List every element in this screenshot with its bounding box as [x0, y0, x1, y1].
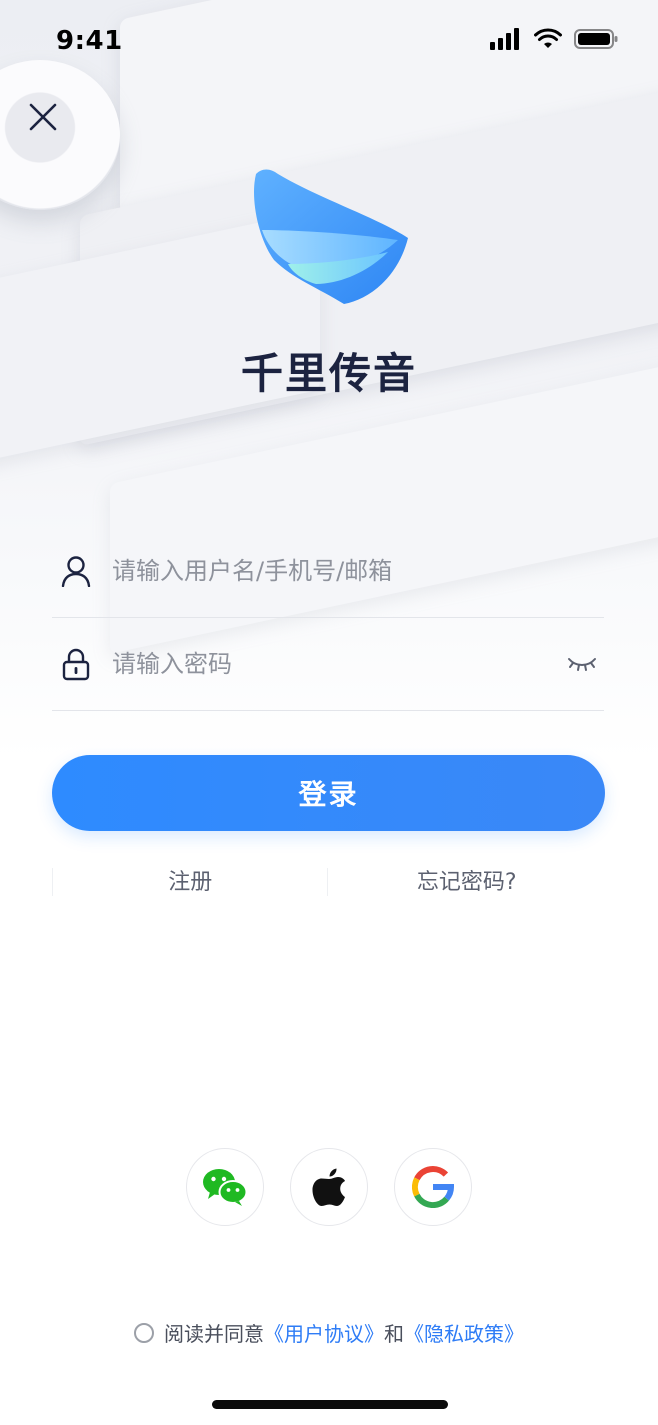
- status-time: 9:41: [56, 26, 123, 56]
- signal-icon: [490, 28, 519, 50]
- toggle-password-visibility-button[interactable]: [564, 651, 600, 677]
- login-button[interactable]: 登录: [52, 755, 605, 831]
- wechat-login-button[interactable]: [186, 1148, 264, 1226]
- user-agreement-link[interactable]: 《用户协议》: [264, 1318, 384, 1347]
- social-login: [0, 1148, 658, 1226]
- google-login-button[interactable]: [394, 1148, 472, 1226]
- username-field-row: [52, 525, 604, 618]
- username-input[interactable]: [112, 551, 604, 591]
- lock-icon: [56, 644, 96, 684]
- home-indicator: [212, 1400, 448, 1409]
- eye-closed-icon: [568, 658, 596, 671]
- agreement-prefix: 阅读并同意: [164, 1322, 264, 1346]
- register-link[interactable]: 注册: [52, 866, 329, 900]
- agree-checkbox[interactable]: [134, 1322, 154, 1343]
- apple-login-button[interactable]: [290, 1148, 368, 1226]
- status-bar: 9:41: [0, 0, 658, 84]
- forgot-password-link[interactable]: 忘记密码?: [329, 866, 606, 900]
- battery-icon: [574, 29, 618, 49]
- password-input[interactable]: [112, 644, 564, 684]
- app-name: 千里传音: [240, 349, 417, 398]
- user-icon: [56, 551, 96, 591]
- password-field-row: [52, 618, 604, 711]
- google-icon: [412, 1166, 454, 1208]
- apple-icon: [312, 1168, 345, 1206]
- privacy-policy-link[interactable]: 《隐私政策》: [404, 1318, 524, 1347]
- agreement-row: 阅读并同意 《用户协议》 和 《隐私政策》: [0, 1318, 658, 1347]
- secondary-links: 注册 忘记密码?: [52, 866, 605, 900]
- app-logo-icon: [254, 169, 408, 304]
- wechat-icon: [203, 1169, 248, 1206]
- close-button[interactable]: [26, 100, 60, 134]
- status-icons: [490, 28, 618, 50]
- wifi-icon: [534, 28, 562, 48]
- agreement-conjunction: 和: [384, 1322, 404, 1346]
- close-icon: [29, 103, 57, 131]
